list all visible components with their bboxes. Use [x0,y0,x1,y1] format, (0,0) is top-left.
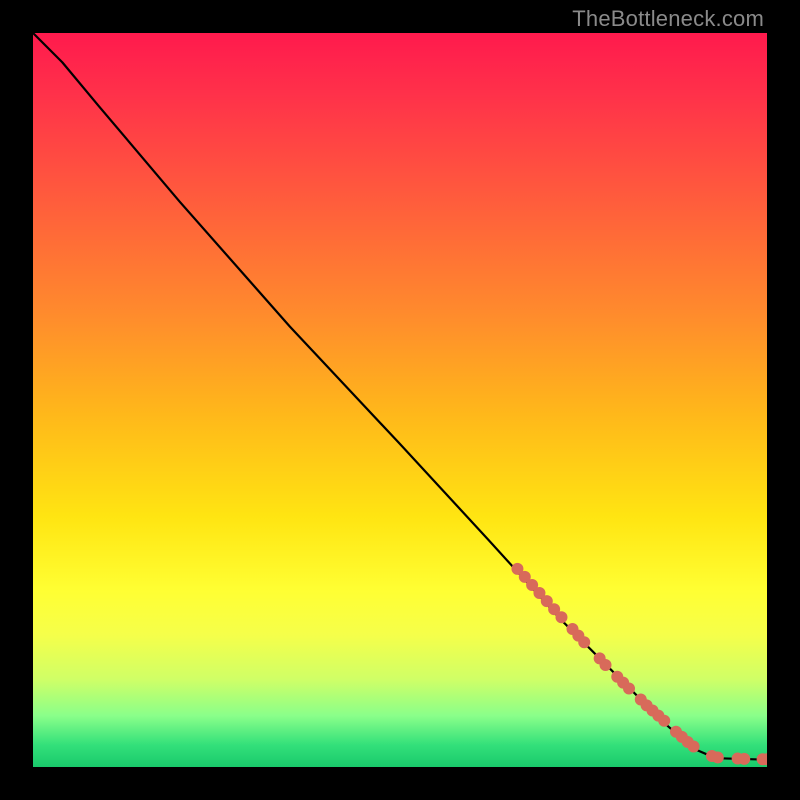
chart-svg [33,33,767,767]
plot-area [33,33,767,767]
bottleneck-curve [33,33,767,760]
highlight-dot [556,612,567,623]
highlight-dots [512,563,767,764]
chart-frame: TheBottleneck.com [0,0,800,800]
highlight-dot [739,753,750,764]
highlight-dot [712,752,723,763]
highlight-dot [624,683,635,694]
highlight-dot [600,659,611,670]
watermark-text: TheBottleneck.com [572,6,764,32]
highlight-dot [659,715,670,726]
highlight-dot [688,741,699,752]
highlight-dot [579,637,590,648]
